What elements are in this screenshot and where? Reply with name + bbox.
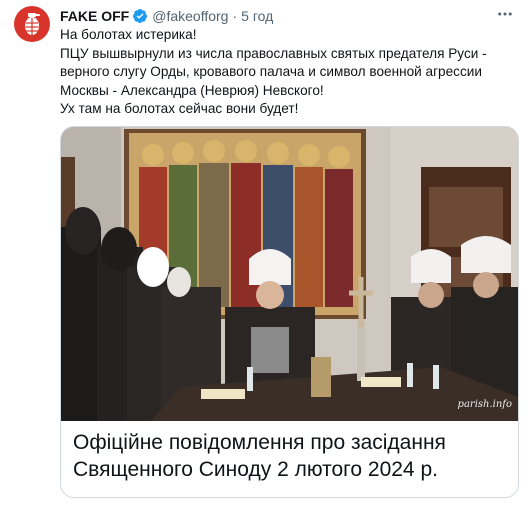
link-card[interactable]: parish.info Офіційне повідомлення про за…	[60, 126, 519, 498]
display-name[interactable]: FAKE OFF	[60, 8, 129, 24]
grenade-logo-icon	[25, 13, 40, 35]
tweet-header: FAKE OFF @fakeofforg · 5 год	[60, 6, 273, 26]
avatar[interactable]	[14, 6, 50, 42]
separator-dot: ·	[232, 8, 238, 24]
more-horizontal-icon	[498, 12, 512, 16]
verified-badge-icon	[133, 9, 148, 23]
card-title[interactable]: Офіційне повідомлення про засідання Свящ…	[73, 429, 513, 483]
handle[interactable]: @fakeofforg	[152, 8, 228, 24]
tweet[interactable]: FAKE OFF @fakeofforg · 5 год На болотах …	[0, 0, 528, 510]
tweet-text: На болотах истерика! ПЦУ вышвырнули из ч…	[60, 27, 487, 117]
synod-meeting-photo[interactable]	[61, 127, 518, 421]
timestamp[interactable]: 5 год	[241, 8, 273, 24]
image-watermark: parish.info	[457, 399, 512, 410]
more-options-button[interactable]	[492, 2, 518, 26]
